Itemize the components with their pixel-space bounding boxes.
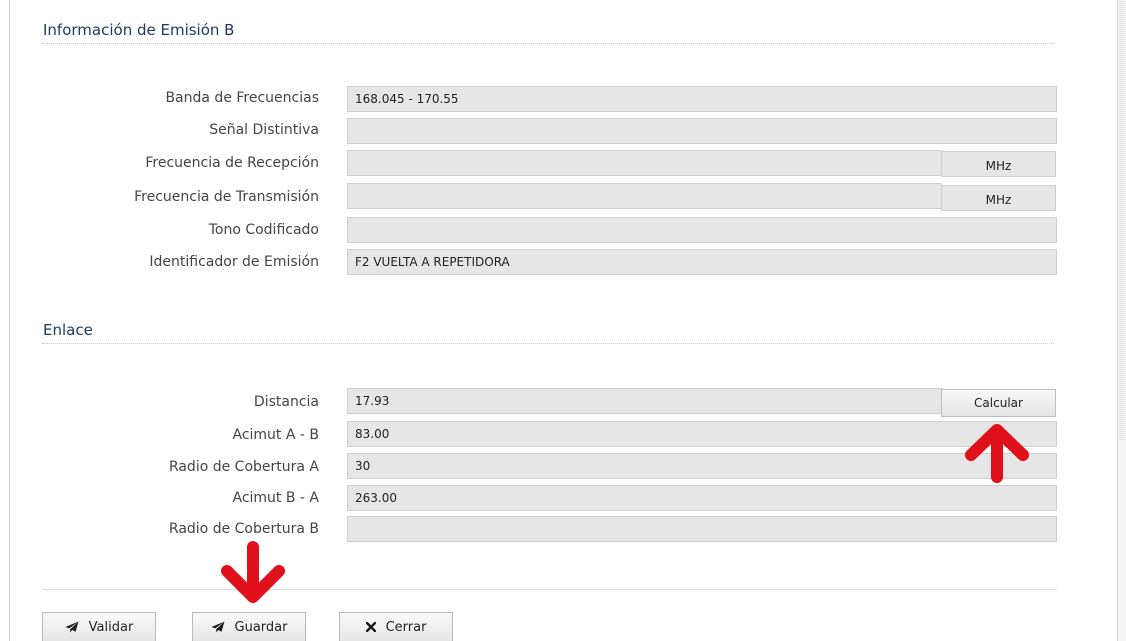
left-border [9,0,10,641]
paper-plane-icon [65,621,79,633]
section-title-enlace: Enlace [43,321,93,339]
banda-frecuencias-field[interactable]: 168.045 - 170.55 [347,86,1057,112]
scrollbar[interactable] [1117,0,1126,641]
section-divider [42,43,1054,44]
distancia-field[interactable]: 17.93 [347,388,942,414]
validar-button[interactable]: Validar [42,612,156,641]
calcular-button[interactable]: Calcular [941,389,1056,417]
validar-label: Validar [88,619,134,635]
section-title-emision-b: Información de Emisión B [43,21,235,39]
label-banda-frecuencias: Banda de Frecuencias [165,90,319,106]
cerrar-button[interactable]: Cerrar [339,612,453,641]
acimut-a-b-field[interactable]: 83.00 [347,421,1057,447]
label-radio-cobertura-a: Radio de Cobertura A [168,459,319,475]
red-arrow-up-icon [965,424,1029,483]
radio-cobertura-b-field[interactable] [347,516,1057,542]
label-acimut-b-a: Acimut B - A [232,490,319,506]
paper-plane-icon [211,621,225,633]
acimut-b-a-field[interactable]: 263.00 [347,485,1057,511]
label-tono-codificado: Tono Codificado [208,222,319,238]
label-radio-cobertura-b: Radio de Cobertura B [168,521,319,537]
label-identificador-emision: Identificador de Emisión [149,254,319,270]
radio-cobertura-a-field[interactable]: 30 [347,453,1057,479]
identificador-emision-field[interactable]: F2 VUELTA A REPETIDORA [347,249,1057,275]
label-acimut-a-b: Acimut A - B [232,427,319,443]
unit-mhz-transmision: MHz [941,185,1056,211]
frecuencia-recepcion-field[interactable] [347,150,942,176]
frecuencia-transmision-field[interactable] [347,183,942,209]
footer-divider [42,589,1057,590]
tono-codificado-field[interactable] [347,217,1057,243]
scrollbar-thumb[interactable] [1119,0,1125,440]
senal-distintiva-field[interactable] [347,118,1057,144]
cerrar-label: Cerrar [385,619,427,635]
label-senal-distintiva: Señal Distintiva [209,122,319,138]
close-icon [365,622,376,632]
guardar-label: Guardar [234,619,288,635]
red-arrow-down-icon [221,541,285,603]
guardar-button[interactable]: Guardar [192,612,306,641]
unit-mhz-recepcion: MHz [941,151,1056,177]
label-frecuencia-recepcion: Frecuencia de Recepción [145,155,319,171]
section-divider [42,343,1054,344]
label-frecuencia-transmision: Frecuencia de Transmisión [134,189,319,205]
label-distancia: Distancia [253,394,319,410]
